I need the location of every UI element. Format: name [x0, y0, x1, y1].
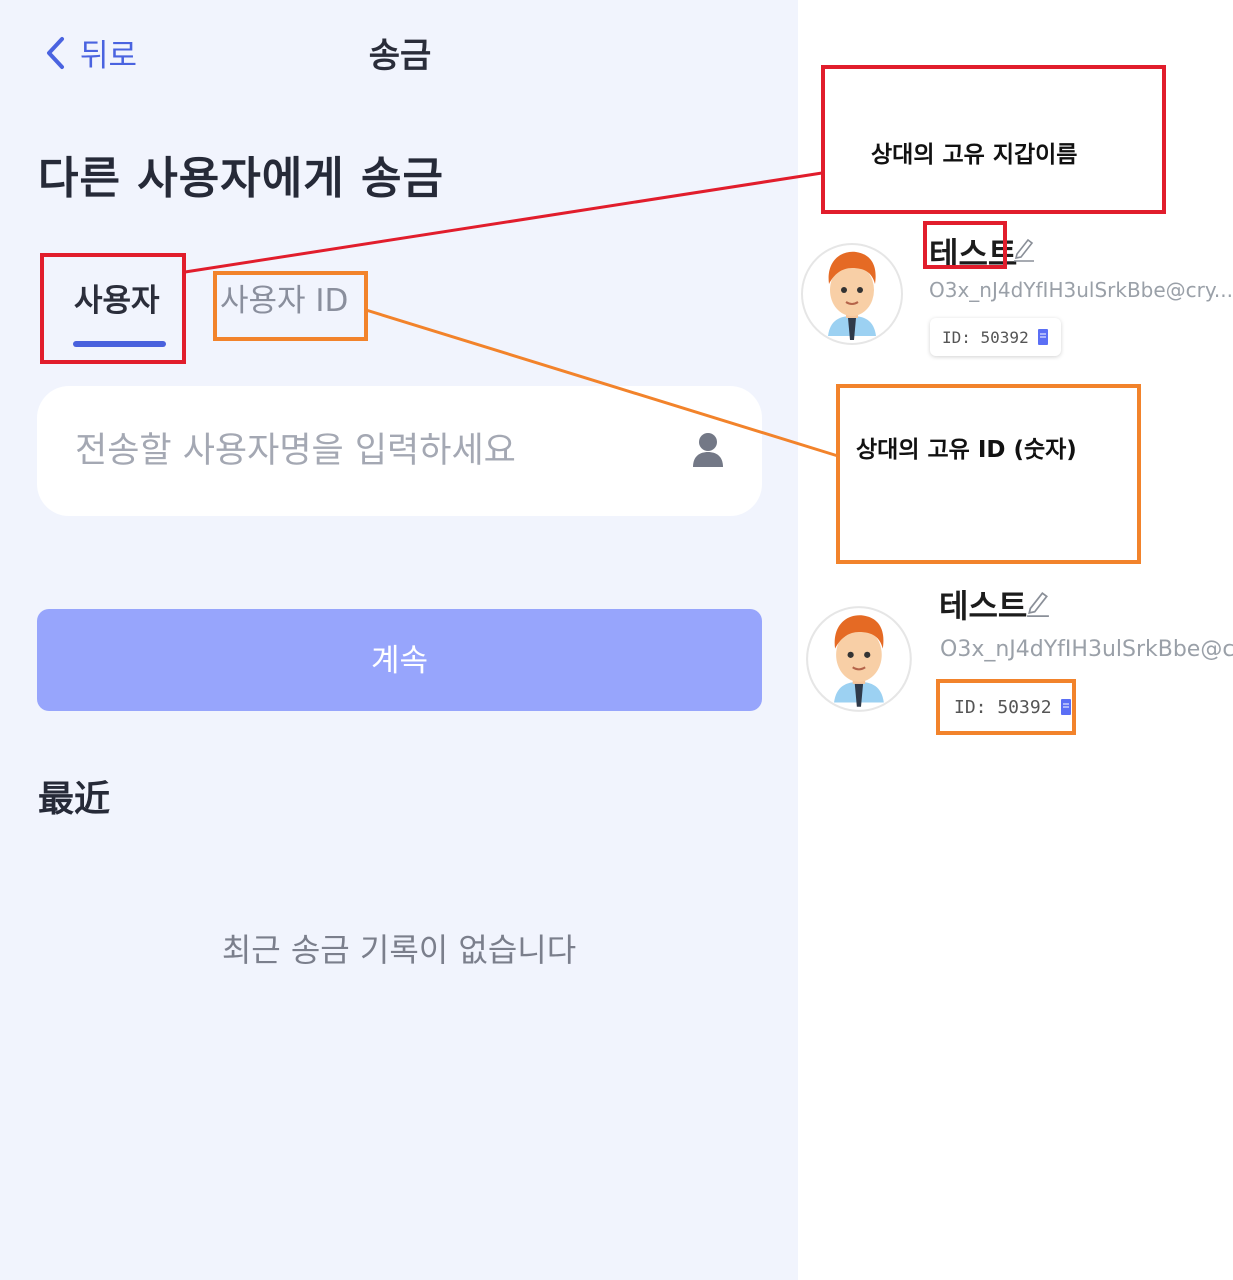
user-id-callout-label: 상대의 고유 ID (숫자): [856, 437, 1077, 463]
user-id-tab-highlight: [213, 271, 368, 341]
user-tab-highlight: [40, 253, 186, 364]
wallet-name-highlight: [923, 221, 1007, 269]
user-id-callout: [836, 384, 1141, 564]
orange-connector-line: [365, 308, 839, 458]
wallet-name-callout-label: 상대의 고유 지갑이름: [871, 142, 1078, 168]
red-connector-line: [184, 171, 823, 274]
user-id-chip-highlight: [936, 679, 1076, 735]
